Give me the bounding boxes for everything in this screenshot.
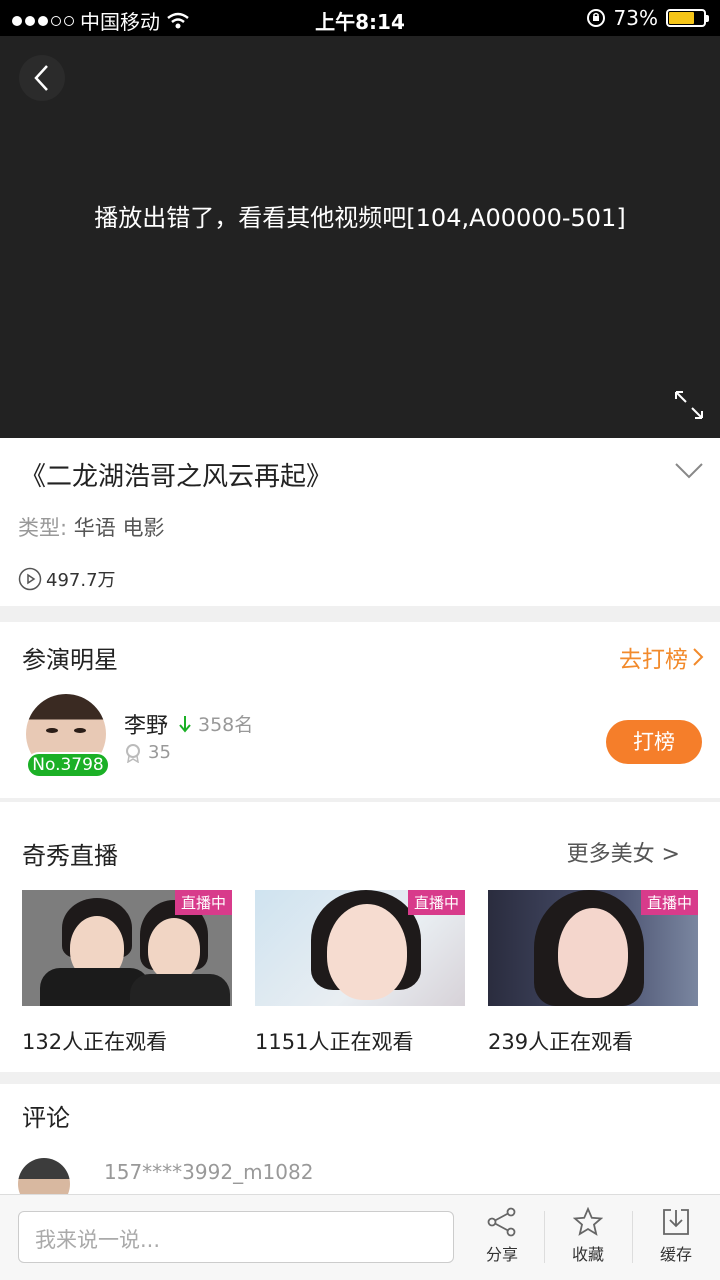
go-rank-label: 去打榜 xyxy=(619,647,688,673)
video-player[interactable]: 播放出错了，看看其他视频吧[104,A00000-501] xyxy=(0,36,720,438)
chevron-right-icon xyxy=(693,648,704,666)
battery-icon xyxy=(666,9,709,27)
share-button[interactable]: 分享 xyxy=(462,1207,542,1271)
section-divider xyxy=(0,1072,720,1084)
star-popularity: 35 xyxy=(124,742,171,763)
back-icon[interactable] xyxy=(18,54,66,102)
section-divider xyxy=(0,606,720,622)
medal-icon xyxy=(126,743,140,763)
download-button[interactable]: 缓存 xyxy=(636,1207,716,1271)
star-icon xyxy=(573,1207,603,1236)
live-card[interactable]: 直播中 239人正在观看 xyxy=(488,890,698,1056)
live-thumbnail: 直播中 xyxy=(255,890,465,1006)
bottom-bar-separator xyxy=(544,1211,545,1263)
share-icon xyxy=(487,1207,516,1237)
live-viewers: 239人正在观看 xyxy=(488,1030,634,1054)
comment-input[interactable]: 我来说一说... xyxy=(18,1211,454,1263)
live-viewers: 132人正在观看 xyxy=(22,1030,168,1054)
live-thumbnail: 直播中 xyxy=(488,890,698,1006)
download-label: 缓存 xyxy=(659,1245,692,1264)
comments-section-title: 评论 xyxy=(22,1104,70,1132)
orientation-lock-icon xyxy=(586,9,605,27)
bottom-bar-separator xyxy=(632,1211,633,1263)
battery-percent: 73% xyxy=(613,6,658,30)
live-card[interactable]: 直播中 132人正在观看 xyxy=(22,890,232,1056)
video-genre: 类型: 华语 电影 xyxy=(18,512,164,542)
live-thumbnail: 直播中 xyxy=(22,890,232,1006)
section-divider xyxy=(0,798,720,802)
comment-user-name[interactable]: 157****3992_m1082 xyxy=(104,1160,313,1184)
star-popularity-value: 35 xyxy=(148,742,171,763)
arrow-down-icon xyxy=(179,715,191,733)
favorite-button[interactable]: 收藏 xyxy=(548,1207,628,1271)
play-circle-icon xyxy=(18,567,42,591)
video-title-row[interactable]: 《二龙湖浩哥之风云再起》 xyxy=(0,438,720,508)
live-badge: 直播中 xyxy=(640,890,698,915)
favorite-label: 收藏 xyxy=(571,1245,604,1264)
video-title: 《二龙湖浩哥之风云再起》 xyxy=(20,462,333,492)
go-rank-link[interactable]: 去打榜 xyxy=(619,640,704,674)
share-label: 分享 xyxy=(485,1245,518,1264)
star-number-badge: No.3798 xyxy=(26,752,110,778)
genre-value: 华语 电影 xyxy=(73,516,165,540)
live-badge: 直播中 xyxy=(407,890,465,915)
fullscreen-icon[interactable] xyxy=(672,388,706,422)
download-icon xyxy=(663,1209,689,1235)
bottom-bar: 我来说一说... 分享 收藏 缓存 xyxy=(0,1194,720,1280)
star-rank-change: 358名 xyxy=(178,710,253,737)
star-rank-value: 358名 xyxy=(198,714,254,736)
live-badge: 直播中 xyxy=(174,890,232,915)
live-card[interactable]: 直播中 1151人正在观看 xyxy=(255,890,465,1056)
chevron-down-icon[interactable] xyxy=(674,460,704,482)
player-error-message: 播放出错了，看看其他视频吧[104,A00000-501] xyxy=(94,204,626,232)
star-name[interactable]: 李野 xyxy=(124,708,168,740)
status-right: 73% xyxy=(586,6,709,30)
play-count: 497.7万 xyxy=(18,566,116,592)
live-section-title: 奇秀直播 xyxy=(22,842,118,870)
vote-rank-button[interactable]: 打榜 xyxy=(606,720,702,764)
live-viewers: 1151人正在观看 xyxy=(255,1030,414,1054)
status-bar: 中国移动 上午8:14 73% xyxy=(0,0,720,36)
play-count-value: 497.7万 xyxy=(46,570,116,591)
more-live-link[interactable]: 更多美女 > xyxy=(567,836,680,868)
genre-label: 类型: xyxy=(18,516,68,540)
cast-section-title: 参演明星 xyxy=(22,646,118,674)
